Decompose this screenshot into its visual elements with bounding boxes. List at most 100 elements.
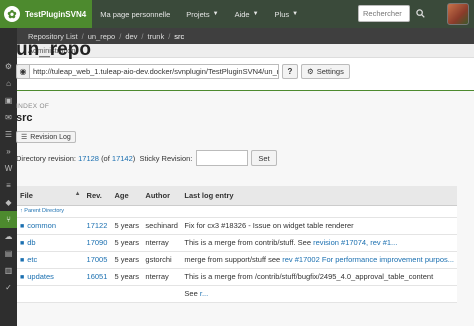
nav-label: Aide [234, 9, 250, 19]
file-cell [17, 285, 84, 303]
git-icon[interactable]: ◆ [0, 194, 17, 211]
nav-item-personal-page[interactable]: Ma page personnelle [92, 0, 178, 28]
file-cell: ■ updates [17, 268, 84, 286]
col-age[interactable]: Age [111, 186, 143, 206]
col-file[interactable]: File ▲ [17, 186, 84, 206]
tuleap-logo-icon: ✿ [4, 6, 20, 22]
help-button[interactable]: ? [282, 64, 298, 79]
log-cell: This is a merge from /contrib/stuff/bugf… [181, 268, 457, 286]
repo-url-bar: ◉ http://tuleap_web_1.tuleap-aio-dev.doc… [16, 64, 350, 79]
rev-cell: 17005 [83, 251, 112, 269]
age-cell: 5 years [111, 217, 143, 235]
user-avatar[interactable] [447, 3, 469, 25]
breadcrumb-repo[interactable]: un_repo [88, 32, 116, 41]
directory-revision-link[interactable]: 17128 [78, 154, 99, 163]
search-input[interactable] [358, 5, 410, 22]
col-age-label: Age [114, 190, 129, 200]
file-cell: ■ etc [17, 251, 84, 269]
log-text: See [184, 289, 200, 298]
dashboard-icon[interactable]: ⚙ [0, 58, 17, 75]
files-icon[interactable]: ▥ [0, 262, 17, 279]
cloud-icon[interactable]: ☁ [0, 228, 17, 245]
directory-name: src [16, 112, 33, 124]
folder-icon: ■ [20, 240, 25, 247]
brand-label: TestPluginSVN4 [25, 9, 87, 19]
author-cell [142, 285, 182, 303]
head-revision-link[interactable]: 17142 [112, 154, 133, 163]
rev-cell: 16051 [83, 268, 112, 286]
list-icon[interactable]: ☰ [0, 126, 17, 143]
col-rev-label: Rev. [86, 190, 102, 200]
log-cell: Fix for cx3 #18326 - Issue on widget tab… [181, 217, 457, 235]
log-link[interactable]: rev #17002 For performance improvement p… [282, 255, 454, 264]
repo-url-field[interactable]: http://tuleap_web_1.tuleap-aio-dev.docke… [29, 64, 279, 79]
age-cell: 5 years [111, 251, 143, 269]
revision-log-label: Revision Log [30, 133, 71, 141]
arrow-up-icon: ↑ [20, 208, 23, 214]
file-link[interactable]: etc [27, 255, 37, 264]
table-row-parent: ↑ Parent Directory [17, 205, 457, 218]
col-author-label: Author [145, 190, 170, 200]
rev-link[interactable]: 17122 [87, 221, 108, 230]
file-table: File ▲ Rev. Age Author Last log entry ↑ P… [17, 186, 457, 303]
parent-directory-link[interactable]: Parent Directory [24, 208, 64, 214]
sticky-revision-input[interactable] [196, 150, 249, 166]
table-row: ■ db 17090 5 years nterray This is a merg… [17, 234, 457, 252]
help-label: ? [287, 67, 293, 76]
search-icon[interactable] [412, 5, 429, 22]
folder-icon: ■ [20, 223, 25, 230]
nav-item-projects[interactable]: Projets ▼ [178, 0, 226, 28]
directory-revision-label: Directory revision: [16, 153, 77, 163]
breadcrumb-trunk[interactable]: trunk [148, 32, 165, 41]
of-text: (of [101, 153, 110, 163]
age-cell [111, 285, 143, 303]
col-log[interactable]: Last log entry [181, 186, 457, 206]
main-nav: Ma page personnelle Projets ▼ Aide ▼ Plus ▼ [92, 0, 306, 28]
nav-item-help[interactable]: Aide ▼ [227, 0, 267, 28]
log-text: This is a merge from /contrib/stuff/bugf… [184, 272, 434, 281]
svn-icon[interactable]: ⑂ [0, 211, 17, 228]
author-cell: sechinard [142, 217, 182, 235]
nav-item-more[interactable]: Plus ▼ [267, 0, 307, 28]
log-text: Fix for cx3 #18326 - Issue on widget tab… [184, 221, 354, 230]
set-button[interactable]: Set [251, 150, 277, 166]
terminal-icon[interactable]: » [0, 143, 17, 160]
admin-icon[interactable]: ▣ [0, 92, 17, 109]
sticky-revision-label: Sticky Revision: [139, 153, 193, 163]
table-row-continuation: See r... [17, 285, 457, 303]
file-link[interactable]: db [27, 238, 35, 247]
author-cell: nterray [142, 268, 182, 286]
wiki-icon[interactable]: W [0, 160, 17, 177]
log-link[interactable]: revision #17074, rev #1... [313, 238, 397, 247]
rev-link[interactable]: 17090 [87, 238, 108, 247]
ci-icon[interactable]: ✓ [0, 279, 17, 296]
col-author[interactable]: Author [142, 186, 182, 206]
globe-icon: ◉ [16, 64, 29, 79]
age-cell: 5 years [111, 234, 143, 252]
forum-icon[interactable]: ✉ [0, 109, 17, 126]
col-log-label: Last log entry [184, 190, 234, 200]
table-row: ■ etc 17005 5 years gstorchi merge from s… [17, 251, 457, 269]
settings-button[interactable]: ⚙ Settings [301, 64, 350, 79]
nav-label: Plus [274, 9, 290, 19]
chart-icon[interactable]: ▤ [0, 245, 17, 262]
list-icon: ☰ [21, 134, 28, 141]
rev-cell: 17122 [83, 217, 112, 235]
breadcrumb-dev[interactable]: dev [125, 32, 137, 41]
col-file-label: File [20, 190, 33, 200]
brand-link[interactable]: ✿ TestPluginSVN4 [0, 0, 93, 28]
log-link[interactable]: r... [200, 289, 208, 298]
col-rev[interactable]: Rev. [83, 186, 112, 206]
sidebar-collapse-icon[interactable] [0, 28, 17, 58]
rev-link[interactable]: 16051 [87, 272, 108, 281]
file-link[interactable]: common [27, 221, 56, 230]
rev-cell [83, 285, 112, 303]
sort-asc-icon: ▲ [74, 190, 81, 197]
nav-label: Ma page personnelle [100, 9, 171, 19]
rev-link[interactable]: 17005 [87, 255, 108, 264]
revision-log-button[interactable]: ☰ Revision Log [16, 131, 76, 143]
file-link[interactable]: updates [27, 272, 54, 281]
log-text: This is a merge from contrib/stuff. See [184, 238, 314, 247]
tracker-icon[interactable]: ≡ [0, 177, 17, 194]
home-icon[interactable]: ⌂ [0, 75, 17, 92]
